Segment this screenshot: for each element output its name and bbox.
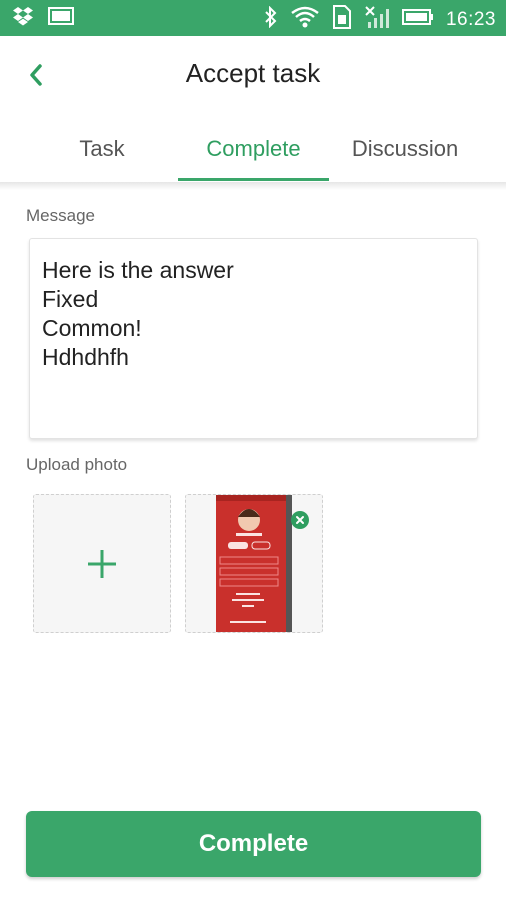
- close-icon: [291, 516, 309, 533]
- status-bar: 16:23: [0, 0, 506, 36]
- photo-slot: [185, 494, 323, 633]
- status-time: 16:23: [445, 8, 496, 30]
- signal-icon: [364, 5, 390, 34]
- upload-photo-label: Upload photo: [26, 455, 128, 474]
- remove-photo-button[interactable]: [291, 511, 309, 529]
- plus-icon: [88, 550, 116, 578]
- tab-complete[interactable]: Complete: [178, 118, 329, 182]
- screen-icon: [48, 6, 74, 31]
- tab-indicator: [178, 178, 329, 181]
- tab-task[interactable]: Task: [26, 118, 178, 182]
- complete-button[interactable]: Complete: [26, 811, 481, 877]
- photo-thumbnail[interactable]: [216, 495, 292, 632]
- message-label: Message: [26, 206, 95, 225]
- wifi-icon: [290, 5, 320, 34]
- message-input[interactable]: Here is the answer Fixed Common! Hdhdhfh: [29, 238, 478, 439]
- add-photo-button[interactable]: [33, 494, 171, 633]
- tab-discussion[interactable]: Discussion: [329, 118, 481, 182]
- app-bar: Accept task: [0, 36, 506, 118]
- page-title: Accept task: [185, 58, 321, 88]
- dropbox-icon: [12, 6, 34, 31]
- bluetooth-icon: [264, 5, 278, 33]
- sim-icon: [332, 5, 352, 34]
- tab-bar: Task Complete Discussion: [0, 118, 506, 182]
- divider: [0, 182, 506, 190]
- battery-icon: [401, 8, 434, 31]
